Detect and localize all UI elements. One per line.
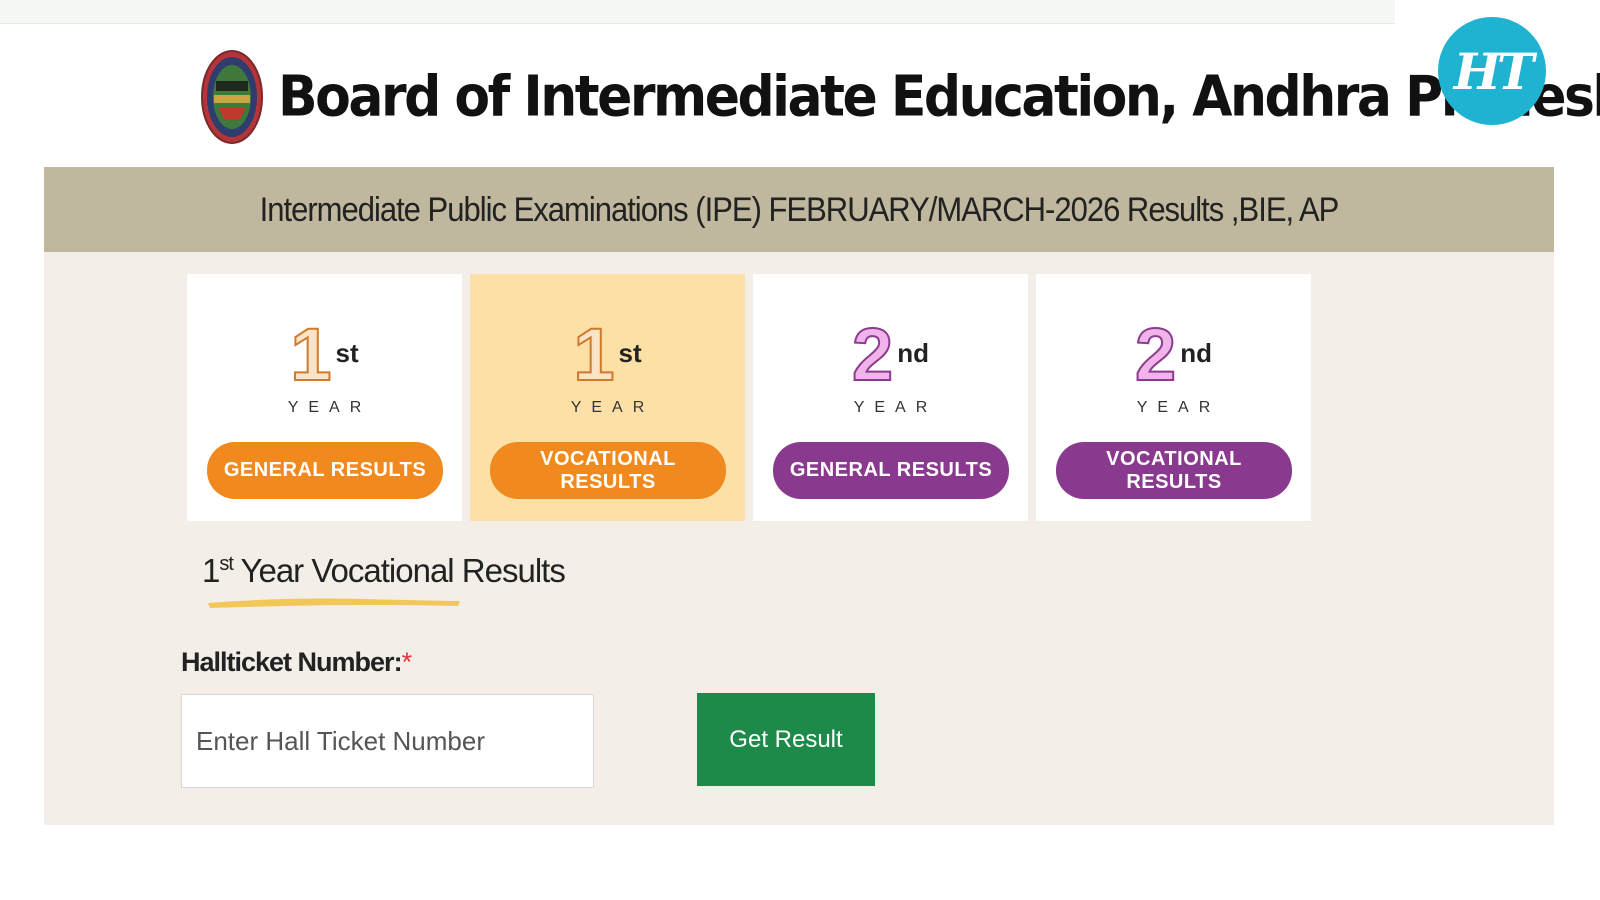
first-year-general-results-button[interactable]: GENERAL RESULTS <box>207 442 443 499</box>
card-1st-year-vocational: 1 st YEAR VOCATIONAL RESULTS <box>470 274 745 521</box>
ht-logo-text: HT <box>1453 41 1534 101</box>
card-2nd-year-vocational: 2 nd YEAR VOCATIONAL RESULTS <box>1036 274 1311 521</box>
first-year-vocational-results-button[interactable]: VOCATIONAL RESULTS <box>490 442 726 499</box>
year-heading: 2 nd <box>753 313 1028 396</box>
get-result-button[interactable]: Get Result <box>697 693 875 786</box>
exam-banner: Intermediate Public Examinations (IPE) F… <box>44 167 1554 252</box>
year-cards: 1 st YEAR GENERAL RESULTS 1 st YEAR VOCA… <box>187 274 1319 521</box>
hallticket-label: Hallticket Number:* <box>181 647 412 678</box>
page-title: Board of Intermediate Education, Andhra … <box>278 64 1600 130</box>
card-2nd-year-general: 2 nd YEAR GENERAL RESULTS <box>753 274 1028 521</box>
hallticket-label-text: Hallticket Number: <box>181 647 403 677</box>
required-mark: * <box>401 647 412 677</box>
year-heading: 1 st <box>470 313 745 396</box>
state-emblem-icon <box>201 50 263 144</box>
year-number: 2 <box>1134 313 1177 396</box>
year-heading: 2 nd <box>1036 313 1311 396</box>
year-label: YEAR <box>287 399 372 416</box>
section-title-suffix: st <box>219 553 234 575</box>
section-title: 1st Year Vocational Results <box>202 552 566 590</box>
exam-banner-text: Intermediate Public Examinations (IPE) F… <box>259 189 1340 229</box>
year-heading: 1 st <box>187 313 462 396</box>
year-label: YEAR <box>570 399 655 416</box>
card-1st-year-general: 1 st YEAR GENERAL RESULTS <box>187 274 462 521</box>
hallticket-input[interactable] <box>181 694 594 788</box>
year-label: YEAR <box>853 399 938 416</box>
section-title-text: Year Vocational Results <box>232 552 565 589</box>
highlight-stroke <box>208 598 460 608</box>
site-header: Board of Intermediate Education, Andhra … <box>200 42 1600 152</box>
top-strip <box>0 0 1395 24</box>
year-suffix: st <box>335 338 359 368</box>
year-number: 1 <box>572 313 615 396</box>
second-year-vocational-results-button[interactable]: VOCATIONAL RESULTS <box>1056 442 1292 499</box>
section-title-number: 1 <box>202 552 220 589</box>
year-suffix: nd <box>1180 338 1212 368</box>
results-panel: Intermediate Public Examinations (IPE) F… <box>44 167 1554 825</box>
year-label: YEAR <box>1136 399 1221 416</box>
year-number: 2 <box>851 313 894 396</box>
ht-logo[interactable]: HT <box>1438 17 1546 125</box>
year-number: 1 <box>289 313 332 396</box>
year-suffix: nd <box>897 338 929 368</box>
second-year-general-results-button[interactable]: GENERAL RESULTS <box>773 442 1009 499</box>
year-suffix: st <box>618 338 642 368</box>
